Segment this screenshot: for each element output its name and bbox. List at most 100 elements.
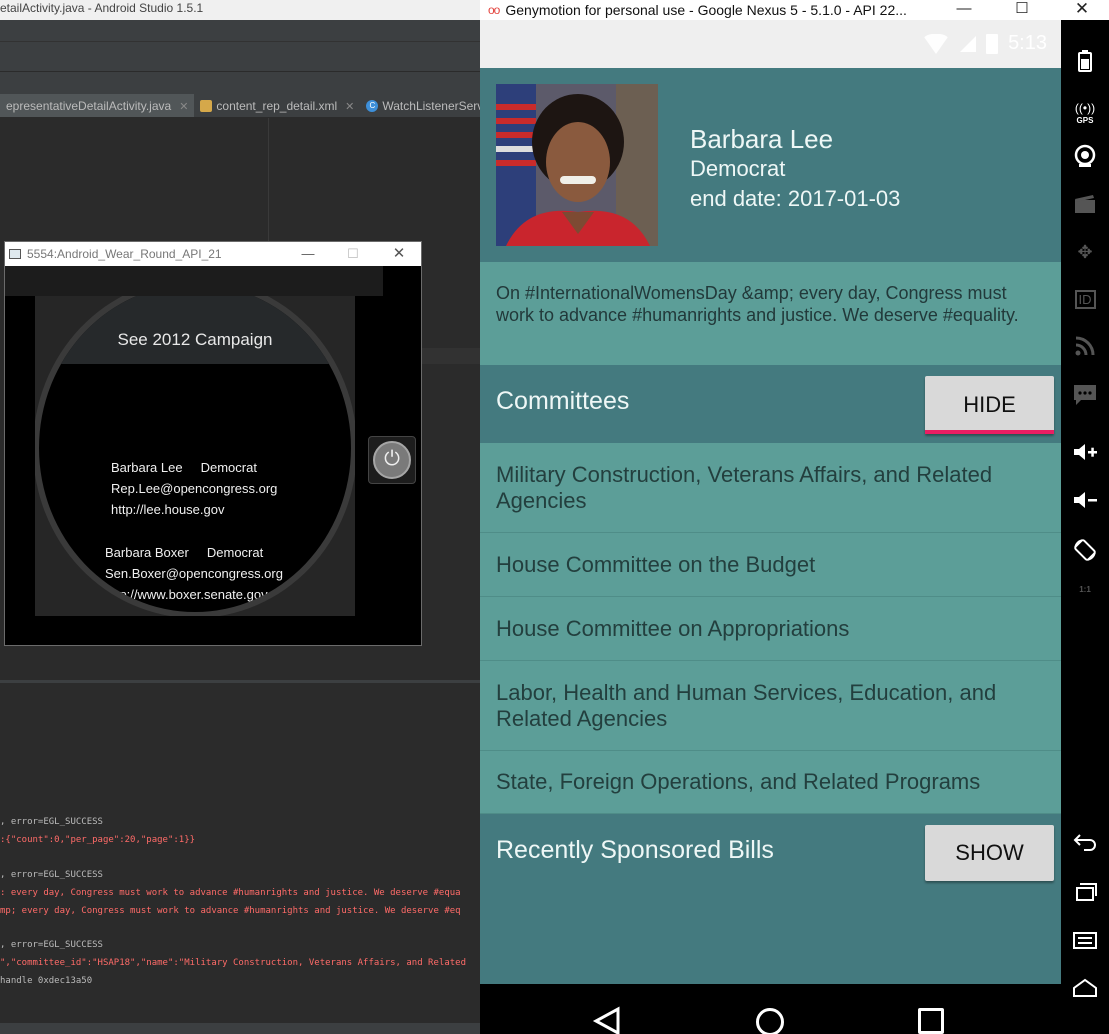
maximize-button[interactable]: ☐ <box>333 242 373 266</box>
wear-toolbar-strip <box>5 266 383 296</box>
rotate-icon[interactable] <box>1061 538 1109 567</box>
back-icon[interactable] <box>592 1006 622 1034</box>
rep-name-party: Barbara Boxer Democrat <box>105 545 264 560</box>
studio-menu-bar <box>0 20 480 42</box>
log-line: mp; every day, Congress must work to adv… <box>0 906 461 916</box>
log-line: : every day, Congress must work to advan… <box>0 888 461 898</box>
genymotion-logo: oo <box>488 3 500 17</box>
representative-party: Democrat <box>690 156 786 181</box>
rep-name-party: Barbara Lee Democrat <box>111 460 257 475</box>
log-line: :{"count":0,"per_page":20,"page":1}} <box>0 835 196 845</box>
android-nav-bar <box>480 984 1061 1034</box>
log-line: , error=EGL_SUCCESS <box>0 817 103 827</box>
studio-toolbar <box>0 42 480 72</box>
log-line: ","committee_id":"HSAP18","name":"Milita… <box>0 958 466 968</box>
term-end-date: end date: 2017-01-03 <box>690 186 901 211</box>
list-item[interactable]: House Committee on the Budget <box>480 533 1061 597</box>
class-file-icon: C <box>366 100 379 112</box>
maximize-button[interactable]: ☐ <box>1002 0 1042 20</box>
tab-label: WatchListenerServ <box>382 99 480 113</box>
wear-title-bar: 5554:Android_Wear_Round_API_21 — ☐ ✕ <box>5 242 421 266</box>
gps-label: GPS <box>1076 116 1094 125</box>
power-icon[interactable]: ⏻ <box>373 441 411 479</box>
xml-file-icon <box>200 100 213 112</box>
pixel-perfect-icon: 1:1 <box>1061 586 1109 594</box>
battery-icon <box>986 33 999 54</box>
home-icon[interactable] <box>756 1008 784 1034</box>
minimize-button[interactable]: — <box>944 0 984 20</box>
genymotion-window: oo Genymotion for personal use - Google … <box>480 0 1109 1034</box>
focus-indicator <box>925 430 1054 434</box>
profile-header: Barbara Lee Democrat end date: 2017-01-0… <box>480 68 1061 262</box>
tab-label: content_rep_detail.xml <box>216 99 338 113</box>
latest-tweet: On #InternationalWomensDay &amp; every d… <box>480 262 1061 365</box>
bills-title: Recently Sponsored Bills <box>496 836 774 864</box>
rep-email: Sen.Boxer@opencongress.org <box>105 566 283 581</box>
list-item[interactable]: House Committee on Appropriations <box>480 597 1061 661</box>
close-button[interactable]: ✕ <box>379 242 419 266</box>
wear-screen[interactable]: See 2012 Campaign Barbara Lee Democrat R… <box>35 296 355 616</box>
wear-emulator-window: 5554:Android_Wear_Round_API_21 — ☐ ✕ See… <box>4 241 422 646</box>
studio-status-bar <box>0 1023 480 1034</box>
camera-icon[interactable] <box>1061 144 1109 173</box>
studio-window-title: etailActivity.java - Android Studio 1.5.… <box>0 1 204 15</box>
genymotion-window-title: Genymotion for personal use - Google Nex… <box>505 2 907 18</box>
representative-photo <box>496 84 658 246</box>
show-bills-button[interactable]: SHOW <box>925 825 1054 881</box>
watch-header[interactable]: See 2012 Campaign <box>39 296 351 364</box>
volume-down-icon[interactable] <box>1061 490 1109 515</box>
recent-apps-icon[interactable] <box>1061 882 1109 907</box>
log-line: handle 0xdec13a50 <box>0 976 93 986</box>
video-icon <box>1061 194 1109 219</box>
phone-screen: 5:13 Barbara Lee Democrat end date: 2017… <box>480 20 1061 1034</box>
committees-header: Committees HIDE <box>480 365 1061 443</box>
tab-label: epresentativeDetailActivity.java <box>6 99 172 113</box>
hide-committees-button[interactable]: HIDE <box>925 376 1054 434</box>
log-line: , error=EGL_SUCCESS <box>0 870 103 880</box>
back-icon[interactable] <box>1061 832 1109 857</box>
wifi-icon <box>922 33 951 54</box>
list-item[interactable]: State, Foreign Operations, and Related P… <box>480 751 1061 814</box>
recent-apps-icon[interactable] <box>918 1008 944 1034</box>
committees-title: Committees <box>496 387 630 415</box>
rep-url: http://lee.house.gov <box>111 502 225 517</box>
studio-title-bar: etailActivity.java - Android Studio 1.5.… <box>0 0 480 20</box>
volume-up-icon[interactable] <box>1061 442 1109 467</box>
sms-icon <box>1061 384 1109 411</box>
log-line: , error=EGL_SUCCESS <box>0 940 103 950</box>
tab-representative-detail-activity[interactable]: epresentativeDetailActivity.java ✕ <box>0 94 195 117</box>
rss-icon <box>1061 336 1109 361</box>
bills-section: Recently Sponsored Bills SHOW <box>480 814 1061 1004</box>
power-button-panel: ⏻ <box>368 436 416 484</box>
close-icon[interactable]: ✕ <box>345 100 354 113</box>
portrait-image <box>496 84 658 246</box>
editor-scrollbar <box>420 348 480 364</box>
representative-name: Barbara Lee <box>690 124 834 154</box>
status-time: 5:13 <box>1008 32 1047 54</box>
emulator-icon <box>9 249 21 259</box>
studio-nav-bar <box>0 72 480 94</box>
home-icon[interactable] <box>1061 978 1109 1003</box>
studio-editor-tabs: epresentativeDetailActivity.java ✕ conte… <box>0 94 480 118</box>
dpad-icon: ✥ <box>1077 242 1093 262</box>
close-icon[interactable]: ✕ <box>179 100 188 113</box>
id-icon: ID <box>1061 288 1109 309</box>
menu-icon[interactable] <box>1061 930 1109 955</box>
rep-email: Rep.Lee@opencongress.org <box>111 481 278 496</box>
tab-content-rep-detail[interactable]: content_rep_detail.xml ✕ <box>194 94 360 117</box>
gps-icon[interactable]: ((•)) GPS <box>1061 96 1109 125</box>
pixel-perfect-label: 1:1 <box>1079 585 1091 594</box>
close-button[interactable]: ✕ <box>1062 0 1102 20</box>
battery-icon[interactable] <box>1061 50 1109 77</box>
rep-url: http://www.boxer.senate.gov <box>105 587 268 602</box>
signal-icon <box>960 35 977 52</box>
android-status-bar: 5:13 <box>480 20 1061 68</box>
logcat-panel: , error=EGL_SUCCESS :{"count":0,"per_pag… <box>0 683 480 1023</box>
minimize-button[interactable]: — <box>288 242 328 266</box>
genymotion-title-bar: oo Genymotion for personal use - Google … <box>480 0 1109 20</box>
list-item[interactable]: Labor, Health and Human Services, Educat… <box>480 661 1061 751</box>
list-item[interactable]: Military Construction, Veterans Affairs,… <box>480 443 1061 533</box>
tab-watch-listener-service[interactable]: C WatchListenerServ <box>360 94 480 117</box>
see-campaign-label: See 2012 Campaign <box>117 330 273 349</box>
watch-face[interactable]: See 2012 Campaign Barbara Lee Democrat R… <box>35 296 355 616</box>
